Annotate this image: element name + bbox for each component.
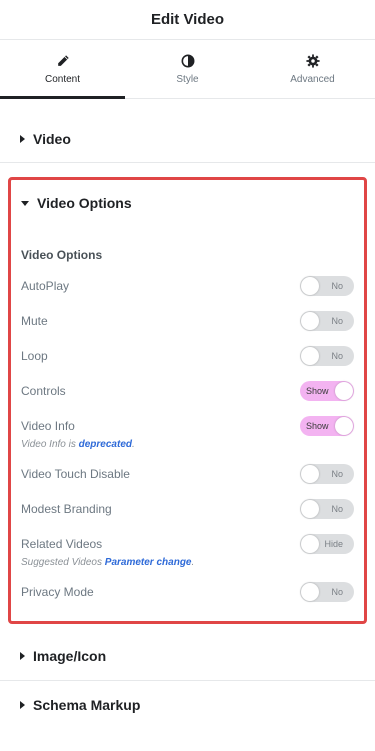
video-touch-disable-toggle[interactable]: No xyxy=(300,463,354,484)
gear-icon xyxy=(305,53,320,68)
mute-label: Mute xyxy=(21,313,48,328)
privacy-mode-label: Privacy Mode xyxy=(21,584,94,599)
loop-label: Loop xyxy=(21,348,48,363)
options-subheading: Video Options xyxy=(21,248,103,262)
section-schema-markup-label: Schema Markup xyxy=(33,696,141,713)
controls-toggle[interactable]: Show xyxy=(300,380,354,401)
section-video-label: Video xyxy=(33,130,71,147)
modest-branding-toggle[interactable]: No xyxy=(300,498,354,519)
autoplay-toggle[interactable]: No xyxy=(300,275,354,296)
section-video-options-label: Video Options xyxy=(37,195,132,211)
caret-right-icon xyxy=(20,700,25,709)
video-info-toggle[interactable]: Show xyxy=(300,415,354,436)
tab-content-label: Content xyxy=(44,73,81,85)
video-options-body: Video Options AutoPlay No Mute No Loop N… xyxy=(11,226,364,621)
row-mute: Mute No xyxy=(21,303,354,338)
tab-content[interactable]: Content xyxy=(0,40,125,99)
tab-bar: Content Style Advanced xyxy=(0,40,375,99)
related-videos-toggle[interactable]: Hide xyxy=(300,533,354,554)
row-privacy-mode: Privacy Mode No xyxy=(21,574,354,609)
page-title: Edit Video xyxy=(150,11,225,28)
row-modest-branding: Modest Branding No xyxy=(21,491,354,526)
tab-advanced[interactable]: Advanced xyxy=(250,40,375,98)
privacy-mode-toggle[interactable]: No xyxy=(300,581,354,602)
section-schema-markup[interactable]: Schema Markup xyxy=(0,680,375,728)
tab-style-label: Style xyxy=(176,73,199,85)
caret-right-icon xyxy=(20,134,25,143)
autoplay-label: AutoPlay xyxy=(21,278,70,293)
tab-advanced-label: Advanced xyxy=(290,73,335,85)
mute-toggle[interactable]: No xyxy=(300,310,354,331)
related-videos-note: Suggested Videos Parameter change. xyxy=(21,557,195,568)
section-video[interactable]: Video xyxy=(0,115,375,163)
video-info-label: Video Info xyxy=(21,418,75,433)
row-video-touch-disable: Video Touch Disable No xyxy=(21,456,354,491)
section-image-icon-label: Image/Icon xyxy=(33,648,107,664)
panel-header: Edit Video xyxy=(0,0,375,40)
bottom-sections: Image/Icon Schema Markup xyxy=(0,632,375,728)
caret-right-icon xyxy=(20,652,25,660)
half-circle-icon xyxy=(181,54,194,67)
video-info-note: Video Info is deprecated. xyxy=(21,439,135,450)
controls-label: Controls xyxy=(21,383,66,398)
section-video-options[interactable]: Video Options xyxy=(11,180,364,226)
related-videos-label: Related Videos xyxy=(21,536,103,551)
pencil-icon xyxy=(57,54,69,66)
deprecated-link[interactable]: deprecated xyxy=(79,439,132,450)
modest-branding-label: Modest Branding xyxy=(21,501,112,516)
video-options-highlight: Video Options Video Options AutoPlay No … xyxy=(8,177,367,624)
parameter-change-link[interactable]: Parameter change xyxy=(105,557,192,568)
row-loop: Loop No xyxy=(21,338,354,373)
row-video-info: Video Info Show xyxy=(21,408,354,443)
row-related-videos: Related Videos Hide xyxy=(21,526,354,561)
caret-down-icon xyxy=(21,200,29,206)
row-autoplay: AutoPlay No xyxy=(21,268,354,303)
row-controls: Controls Show xyxy=(21,373,354,408)
tab-style[interactable]: Style xyxy=(125,40,250,98)
loop-toggle[interactable]: No xyxy=(300,345,354,366)
section-image-icon[interactable]: Image/Icon xyxy=(0,632,375,680)
video-touch-disable-label: Video Touch Disable xyxy=(21,466,130,481)
